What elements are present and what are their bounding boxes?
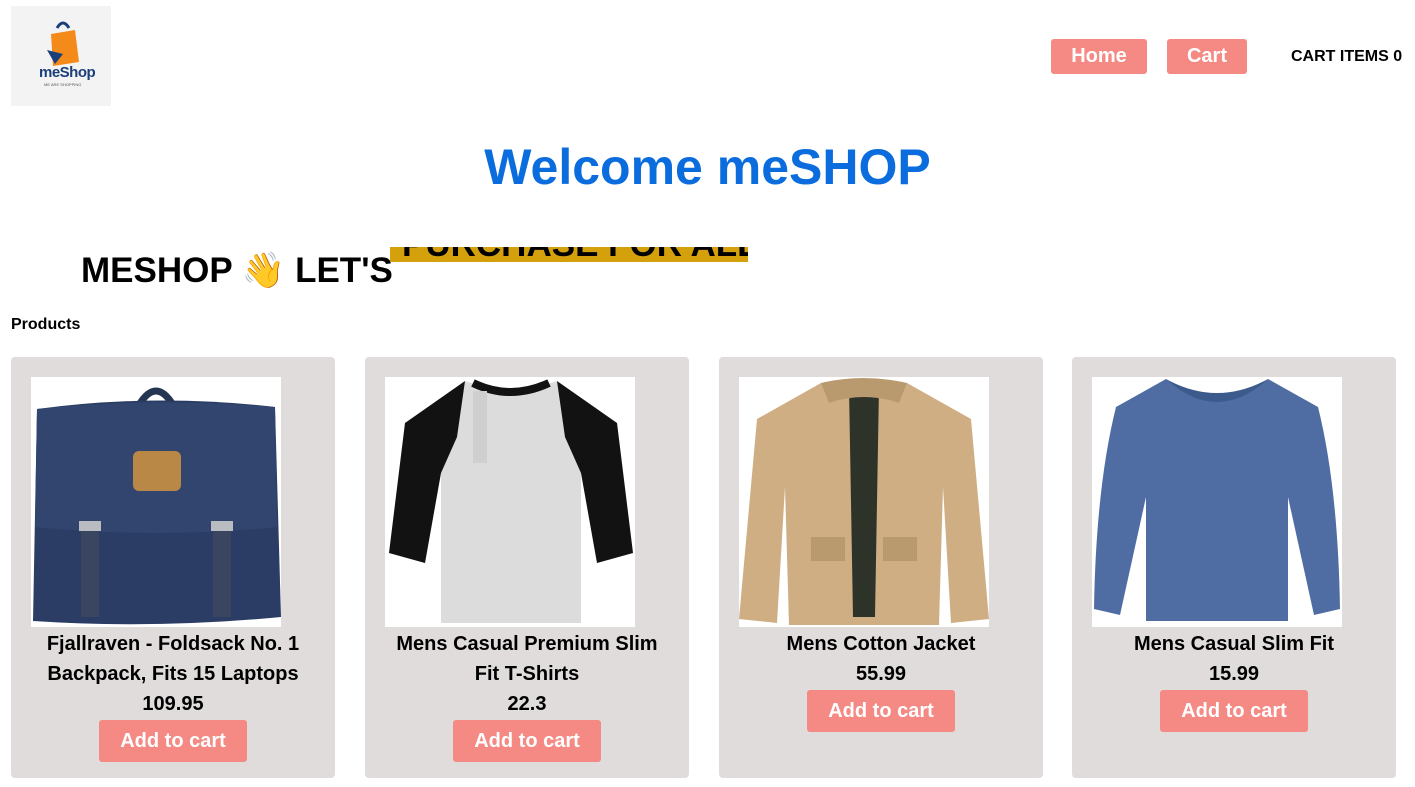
products-heading: Products [11, 316, 81, 333]
product-title: Mens Casual Slim Fit [1133, 633, 1335, 655]
jacket-image [739, 377, 989, 627]
product-info: Mens Cotton Jacket 55.99 Add to cart [739, 629, 1023, 732]
product-card: Mens Casual Premium Slim Fit T-Shirts 22… [365, 357, 689, 778]
tagline-highlight-box: PURCHASE FOR ALL [390, 247, 748, 262]
nav-home-button[interactable]: Home [1051, 39, 1147, 74]
product-price: 109.95 [142, 693, 204, 715]
add-to-cart-button[interactable]: Add to cart [99, 720, 247, 762]
add-to-cart-button[interactable]: Add to cart [1160, 690, 1308, 732]
shopping-bag-icon [11, 6, 111, 106]
logo-text: meShop [39, 64, 96, 81]
product-card: Fjallraven - Foldsack No. 1 Backpack, Fi… [11, 357, 335, 778]
tagline-highlight-text: PURCHASE FOR ALL [402, 247, 748, 262]
product-title: Mens Casual Premium Slim Fit T-Shirts [396, 633, 658, 685]
nav-cart-button[interactable]: Cart [1167, 39, 1247, 74]
cart-items-count: CART ITEMS 0 [1291, 48, 1403, 65]
product-price: 55.99 [855, 663, 907, 685]
product-price: 22.3 [507, 693, 547, 715]
backpack-image [31, 377, 281, 627]
product-info: Fjallraven - Foldsack No. 1 Backpack, Fi… [31, 629, 315, 762]
product-title: Mens Cotton Jacket [786, 633, 976, 655]
logo-tagline: ME ARE SHOPPING [44, 82, 82, 87]
product-card: Mens Casual Slim Fit 15.99 Add to cart [1072, 357, 1396, 778]
welcome-heading: Welcome meSHOP [484, 139, 931, 195]
add-to-cart-button[interactable]: Add to cart [807, 690, 955, 732]
longsleeve-image [1092, 377, 1342, 627]
product-card: Mens Cotton Jacket 55.99 Add to cart [719, 357, 1043, 778]
product-price: 15.99 [1208, 663, 1260, 685]
product-info: Mens Casual Slim Fit 15.99 Add to cart [1092, 629, 1376, 732]
tshirt-image [385, 377, 635, 627]
product-title: Fjallraven - Foldsack No. 1 Backpack, Fi… [46, 633, 300, 685]
logo[interactable]: meShop ME ARE SHOPPING [11, 6, 111, 106]
product-info: Mens Casual Premium Slim Fit T-Shirts 22… [385, 629, 669, 762]
tagline-text: MESHOP 👋 LET'S [81, 251, 393, 290]
add-to-cart-button[interactable]: Add to cart [453, 720, 601, 762]
